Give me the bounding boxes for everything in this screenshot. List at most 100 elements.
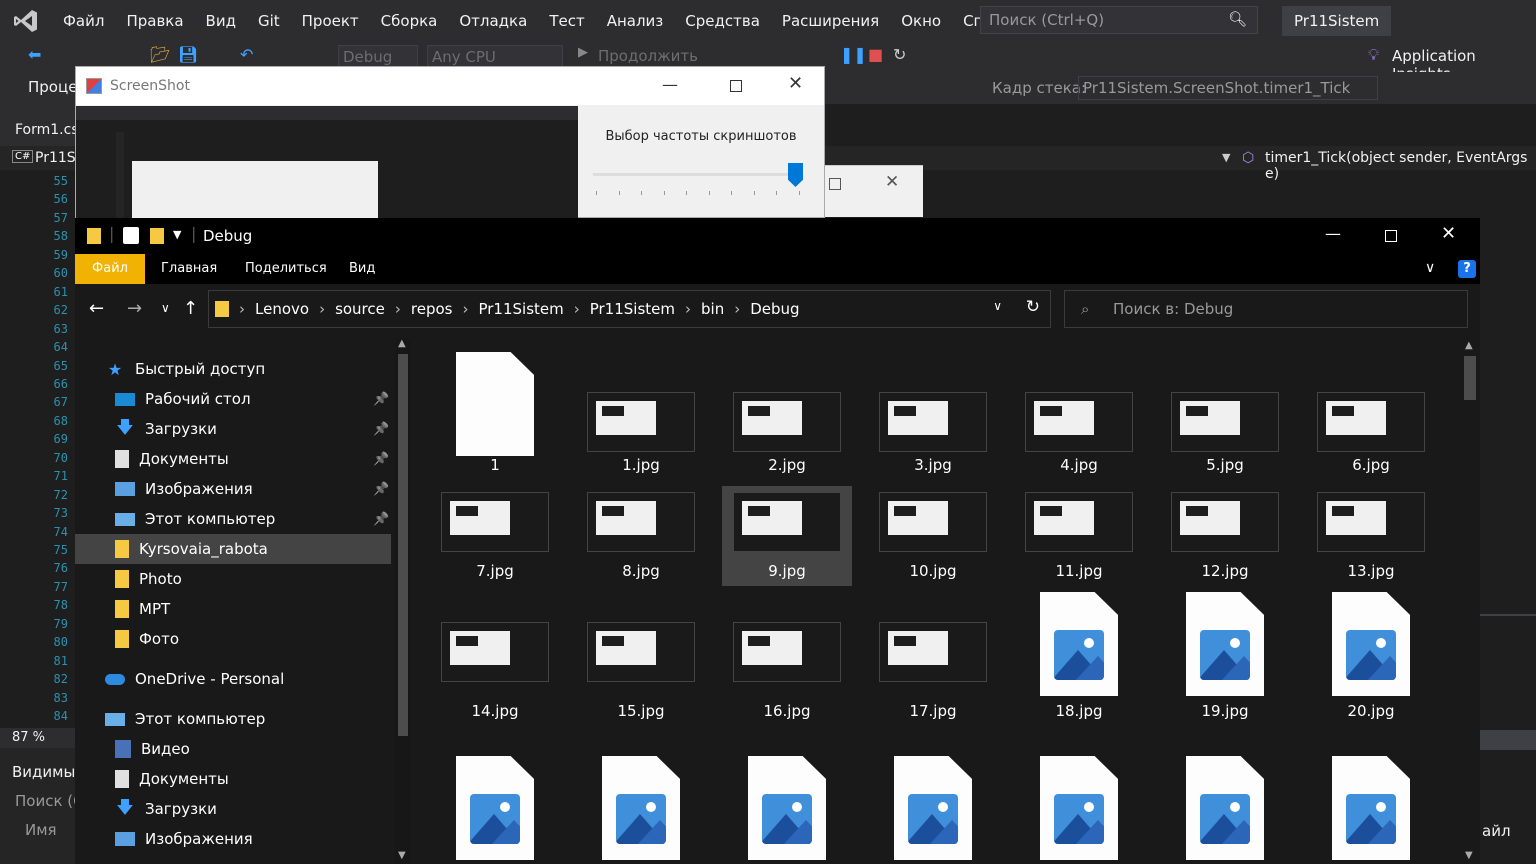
menu-item[interactable]: Правка (115, 0, 194, 42)
breadcrumb-separator-icon[interactable]: › (395, 300, 401, 318)
save-icon[interactable]: 💾︎ (178, 45, 198, 64)
nav-item[interactable]: Этот компьютер 📌 (75, 504, 391, 534)
nav-item[interactable]: 🡇 Загрузки (75, 794, 391, 824)
breadcrumb-item[interactable]: Pr11Sistem (478, 300, 563, 318)
nav-item[interactable]: MPT (75, 594, 391, 624)
breadcrumb-separator-icon[interactable]: › (319, 300, 325, 318)
bottom-search-input[interactable]: Поиск (C (15, 792, 84, 810)
minimize-icon[interactable]: — (1325, 224, 1341, 243)
frequency-slider-thumb[interactable] (788, 163, 803, 187)
content-scrollbar[interactable]: ▲ ▼ (1460, 338, 1480, 864)
file-item[interactable] (722, 756, 852, 864)
file-item[interactable] (430, 756, 560, 864)
chevron-down-icon[interactable]: ▼ (1222, 151, 1230, 164)
menu-item[interactable]: Средства (674, 0, 771, 42)
breadcrumb-separator-icon[interactable]: › (462, 300, 468, 318)
maximize-icon[interactable] (829, 178, 841, 190)
menu-item[interactable]: Файл (52, 0, 115, 42)
file-item[interactable] (1160, 756, 1290, 864)
nav-item[interactable]: Документы 📌 (75, 444, 391, 474)
menu-item[interactable]: Проект (291, 0, 370, 42)
zoom-level[interactable]: 87 % (12, 730, 45, 745)
back-icon[interactable]: ⬅ (28, 45, 41, 64)
file-item[interactable] (1014, 756, 1144, 864)
nav-item[interactable]: Рабочий стол 📌 (75, 384, 391, 414)
tab-form1[interactable]: Form1.cs (15, 122, 79, 138)
undo-icon[interactable]: ↶ (240, 45, 253, 64)
file-item[interactable] (1306, 756, 1436, 864)
up-icon[interactable]: ↑ (183, 298, 198, 319)
address-bar[interactable]: › Lenovo › source › repos › Pr11Sistem › Pr11Sist… (208, 290, 1051, 328)
open-icon[interactable]: 📂︎ (150, 45, 170, 64)
frequency-slider-track[interactable] (593, 173, 801, 176)
nav-item[interactable]: 🡇 Загрузки 📌 (75, 414, 391, 444)
menu-item[interactable]: Сборка (370, 0, 449, 42)
minimize-icon[interactable]: — (662, 75, 678, 94)
restart-icon[interactable]: ↻ (893, 45, 906, 64)
nav-item[interactable]: Изображения 📌 (75, 474, 391, 504)
file-item[interactable] (576, 756, 706, 864)
file-item[interactable]: 1 (430, 348, 560, 474)
properties-icon[interactable] (123, 227, 139, 244)
vs-project-name[interactable]: Pr11Sistem (1282, 6, 1392, 36)
ribbon-tab-file[interactable]: Файл (75, 254, 145, 284)
menu-item[interactable]: Окно (890, 0, 952, 42)
menu-item[interactable]: Git (247, 0, 291, 42)
nav-item[interactable]: OneDrive - Personal (75, 664, 391, 694)
explorer-search-input[interactable]: ⌕ Поиск в: Debug (1064, 290, 1468, 328)
file-item[interactable]: 9.jpg (722, 486, 852, 586)
close-icon[interactable]: ✕ (788, 73, 803, 94)
file-item[interactable]: 10.jpg (868, 486, 998, 586)
nav-item[interactable]: Документы (75, 764, 391, 794)
ribbon-tab-view[interactable]: Вид (329, 254, 395, 284)
ribbon-tab-home[interactable]: Главная (141, 254, 237, 284)
menu-item[interactable]: Анализ (596, 0, 675, 42)
file-item[interactable]: 8.jpg (576, 486, 706, 586)
stack-frame-select[interactable]: Pr11Sistem.ScreenShot.timer1_Tick (1078, 76, 1378, 100)
file-item[interactable]: 13.jpg (1306, 486, 1436, 586)
nav-item[interactable]: ★ Быстрый доступ (75, 354, 391, 384)
chevron-down-icon[interactable]: ∨ (993, 299, 1002, 313)
breadcrumb-item[interactable]: Lenovo (255, 300, 309, 318)
breadcrumb-item[interactable]: source (335, 300, 385, 318)
file-item[interactable]: 6.jpg (1306, 348, 1436, 474)
breadcrumb-separator-icon[interactable]: › (685, 300, 691, 318)
pause-icon[interactable]: ❚❚ (840, 45, 867, 64)
file-item[interactable]: 12.jpg (1160, 486, 1290, 586)
new-folder-icon[interactable] (150, 228, 164, 244)
nav-class-select[interactable]: Pr11Si (35, 150, 80, 166)
menu-item[interactable]: Расширения (771, 0, 890, 42)
vs-logo-icon[interactable] (0, 0, 52, 42)
forward-icon[interactable]: → (127, 298, 142, 319)
file-item[interactable]: 18.jpg (1014, 592, 1144, 720)
nav-scrollbar[interactable]: ▲ ▼ (395, 338, 411, 864)
file-item[interactable]: 16.jpg (722, 608, 852, 720)
maximize-icon[interactable] (1385, 230, 1397, 242)
nav-item[interactable]: Этот компьютер (75, 704, 391, 734)
file-item[interactable]: 3.jpg (868, 348, 998, 474)
close-icon[interactable]: ✕ (1441, 223, 1456, 244)
breadcrumb-item[interactable]: bin (701, 300, 724, 318)
file-item[interactable]: 1.jpg (576, 348, 706, 474)
breadcrumb-separator-icon[interactable]: › (239, 300, 245, 318)
nav-item[interactable]: Kyrsovaia_rabota (75, 534, 391, 564)
close-icon[interactable]: ✕ (885, 172, 899, 192)
menu-item[interactable]: Вид (195, 0, 247, 42)
continue-button[interactable]: Продолжить (598, 47, 698, 65)
menu-item[interactable]: Отладка (448, 0, 538, 42)
chevron-down-icon[interactable]: ▼ (173, 228, 181, 241)
back-icon[interactable]: ← (89, 298, 104, 319)
recent-locations-icon[interactable]: ∨ (161, 301, 170, 315)
breadcrumb-item[interactable]: Debug (750, 300, 799, 318)
nav-item[interactable]: Изображения (75, 824, 391, 854)
file-item[interactable]: 20.jpg (1306, 592, 1436, 720)
file-item[interactable]: 15.jpg (576, 608, 706, 720)
file-item[interactable]: 5.jpg (1160, 348, 1290, 474)
breadcrumb-separator-icon[interactable]: › (574, 300, 580, 318)
nav-item[interactable]: Фото (75, 624, 391, 654)
file-item[interactable]: 19.jpg (1160, 592, 1290, 720)
menu-item[interactable]: Тест (538, 0, 595, 42)
breadcrumb-separator-icon[interactable]: › (734, 300, 740, 318)
file-item[interactable]: 14.jpg (430, 608, 560, 720)
breadcrumb-item[interactable]: Pr11Sistem (590, 300, 675, 318)
